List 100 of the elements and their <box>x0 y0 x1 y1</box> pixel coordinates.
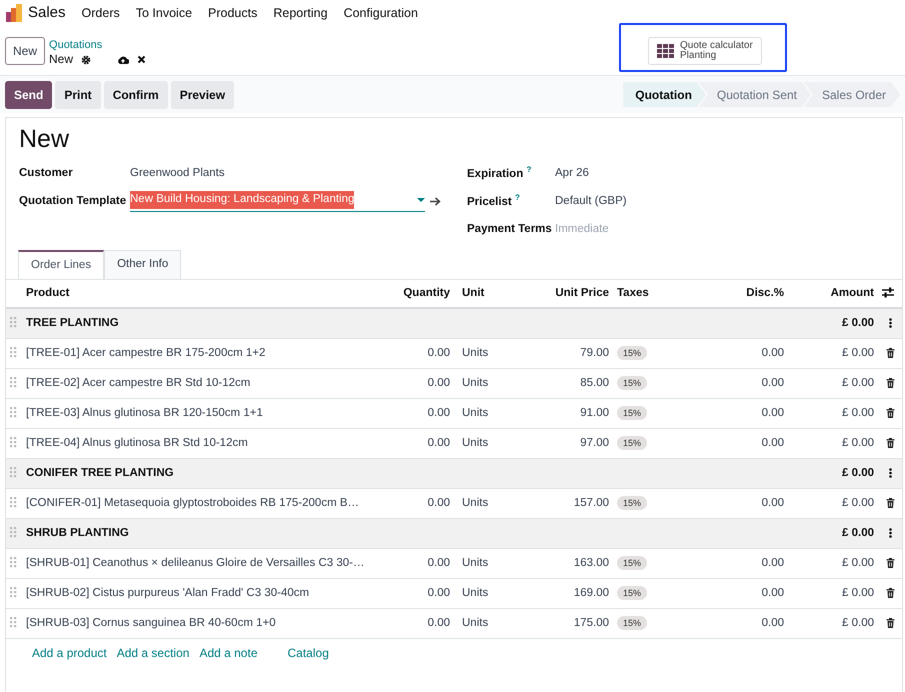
product-cell: [TREE-03] Alnus glutinosa BR 120-150cm 1+1 <box>26 406 263 419</box>
quote-calculator-button[interactable]: Quote calculator Planting <box>648 37 762 65</box>
stage-step[interactable]: Quotation <box>623 82 706 107</box>
tax-tag: 15% <box>617 616 648 630</box>
field-label: Pricelist <box>467 196 512 208</box>
notebook-tab[interactable]: Order Lines <box>18 250 104 279</box>
trash-icon[interactable] <box>886 558 894 568</box>
product-cell: [SHRUB-02] Cistus purpureus 'Alan Fradd' C3 30-40cm <box>26 586 310 599</box>
trash-icon[interactable] <box>886 438 894 448</box>
unit-cell: Units <box>462 616 488 629</box>
unit-cell: Units <box>462 436 488 449</box>
field-value: Greenwood Plants <box>130 166 225 181</box>
amount-cell: £ 0.00 <box>842 616 874 629</box>
add-link[interactable]: Add a note <box>199 646 258 660</box>
add-link[interactable]: Catalog <box>288 646 329 660</box>
amount-cell: £ 0.00 <box>842 406 874 419</box>
action-button[interactable]: Print <box>55 80 101 108</box>
trash-icon[interactable] <box>886 618 894 628</box>
caret-icon <box>417 198 425 202</box>
amount-cell: £ 0.00 <box>842 556 874 569</box>
drag-handle-icon[interactable] <box>10 347 17 358</box>
drag-handle-icon[interactable] <box>10 497 17 508</box>
column-header[interactable]: Disc.% <box>746 286 784 299</box>
section-name[interactable]: CONIFER TREE PLANTING <box>26 466 174 479</box>
field-label: Quotation Template <box>19 194 128 209</box>
menu-item[interactable]: Configuration <box>344 4 418 22</box>
column-header[interactable]: Product <box>26 286 70 299</box>
gear-icon[interactable] <box>81 54 92 64</box>
trash-icon[interactable] <box>886 588 894 598</box>
app-name[interactable]: Sales <box>28 2 66 24</box>
trash-icon[interactable] <box>886 498 894 508</box>
quantity-cell: 0.00 <box>428 616 450 629</box>
column-header[interactable]: Quantity <box>403 286 450 299</box>
new-button[interactable]: New <box>5 36 46 64</box>
unit-cell: Units <box>462 586 488 599</box>
product-cell: [SHRUB-03] Cornus sanguinea BR 40-60cm 1+0 <box>26 616 276 629</box>
menu-item[interactable]: Orders <box>82 4 120 22</box>
breadcrumb-link[interactable]: Quotations <box>49 38 102 51</box>
drag-handle-icon[interactable] <box>10 317 17 328</box>
unit-price-cell: 91.00 <box>580 406 609 419</box>
amount-cell: £ 0.00 <box>842 346 874 359</box>
quantity-cell: 0.00 <box>428 496 450 509</box>
drag-handle-icon[interactable] <box>10 377 17 388</box>
unit-cell: Units <box>462 556 488 569</box>
unit-cell: Units <box>462 496 488 509</box>
unit-price-cell: 97.00 <box>580 436 609 449</box>
drag-handle-icon[interactable] <box>10 407 17 418</box>
app-logo-icon[interactable] <box>6 4 22 22</box>
grid-icon <box>657 44 674 58</box>
more-options-icon[interactable] <box>888 528 892 538</box>
stage-step[interactable]: Sales Order <box>804 82 900 107</box>
drag-handle-icon[interactable] <box>10 557 17 568</box>
unit-cell: Units <box>462 406 488 419</box>
help-icon[interactable]: ? <box>514 192 520 202</box>
quantity-cell: 0.00 <box>428 586 450 599</box>
drag-handle-icon[interactable] <box>10 437 17 448</box>
unit-cell: Units <box>462 346 488 359</box>
amount-cell: £ 0.00 <box>842 586 874 599</box>
column-header[interactable]: Taxes <box>617 286 649 299</box>
drag-handle-icon[interactable] <box>10 527 17 538</box>
quantity-cell: 0.00 <box>428 376 450 389</box>
more-options-icon[interactable] <box>888 318 892 328</box>
add-link[interactable]: Add a product <box>32 646 107 660</box>
trash-icon[interactable] <box>886 348 894 358</box>
drag-handle-icon[interactable] <box>10 467 17 478</box>
cloud-upload-icon[interactable] <box>117 54 130 64</box>
column-header[interactable]: Unit Price <box>555 286 609 299</box>
trash-icon[interactable] <box>886 378 894 388</box>
section-name[interactable]: SHRUB PLANTING <box>26 526 129 539</box>
tax-tag: 15% <box>617 376 648 390</box>
help-icon[interactable]: ? <box>526 164 532 174</box>
column-header[interactable]: Amount <box>830 286 874 299</box>
trash-icon[interactable] <box>886 408 894 418</box>
discount-cell: 0.00 <box>762 436 784 449</box>
section-total: £ 0.00 <box>842 316 874 329</box>
column-settings-icon[interactable] <box>882 287 894 298</box>
section-name[interactable]: TREE PLANTING <box>26 316 119 329</box>
menu-item[interactable]: Products <box>208 4 258 22</box>
action-button[interactable]: Confirm <box>104 80 168 108</box>
menu-item[interactable]: To Invoice <box>136 4 192 22</box>
unit-cell: Units <box>462 376 488 389</box>
menu-item[interactable]: Reporting <box>273 4 328 22</box>
action-button[interactable]: Send <box>5 80 52 108</box>
more-options-icon[interactable] <box>888 468 892 478</box>
notebook-tab[interactable]: Other Info <box>104 250 182 279</box>
calculator-title: Quote calculator <box>680 41 753 51</box>
unit-price-cell: 157.00 <box>574 496 609 509</box>
action-button[interactable]: Preview <box>170 80 234 108</box>
arrow-right-icon[interactable] <box>430 197 441 206</box>
stage-step[interactable]: Quotation Sent <box>698 82 811 107</box>
product-cell: [TREE-04] Alnus glutinosa BR Std 10-12cm <box>26 436 248 449</box>
product-cell: [TREE-02] Acer campestre BR Std 10-12cm <box>26 376 250 389</box>
drag-handle-icon[interactable] <box>10 587 17 598</box>
column-header[interactable]: Unit <box>462 286 484 299</box>
unit-price-cell: 169.00 <box>574 586 609 599</box>
drag-handle-icon[interactable] <box>10 617 17 628</box>
close-icon[interactable] <box>137 55 146 64</box>
discount-cell: 0.00 <box>762 496 784 509</box>
discount-cell: 0.00 <box>762 586 784 599</box>
add-link[interactable]: Add a section <box>116 646 190 660</box>
